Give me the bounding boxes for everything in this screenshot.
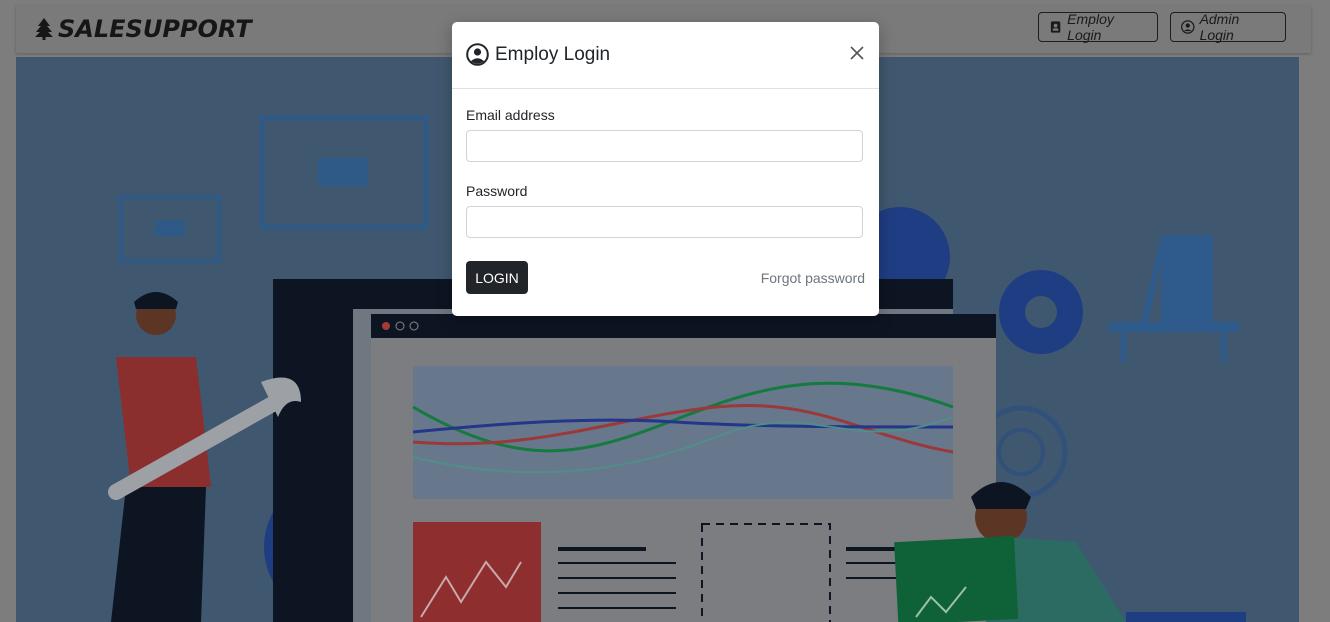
modal-title: Employ Login [466,43,610,66]
brand-name: SALESUPPORT [58,15,252,43]
admin-login-button[interactable]: Admin Login [1170,11,1286,43]
close-icon[interactable] [847,43,867,63]
email-field[interactable] [466,130,863,162]
tree-icon [35,18,53,40]
user-circle-icon [1181,20,1195,34]
login-button[interactable]: LOGIN [466,261,528,294]
password-label: Password [466,183,528,199]
employ-login-button[interactable]: Employ Login [1038,11,1158,43]
modal-header: Employ Login [452,22,879,89]
employ-login-label: Employ Login [1067,11,1114,43]
email-label: Email address [466,107,555,123]
modal-title-text: Employ Login [495,43,611,65]
user-circle-icon [466,43,489,66]
password-field[interactable] [466,206,863,238]
forgot-password-link[interactable]: Forgot password [761,270,865,286]
id-badge-icon [1050,21,1061,33]
admin-login-label: Admin Login [1199,11,1240,43]
employ-login-modal: Employ Login Email address Password LOGI… [452,22,879,316]
brand-logo[interactable]: SALESUPPORT [34,15,252,43]
